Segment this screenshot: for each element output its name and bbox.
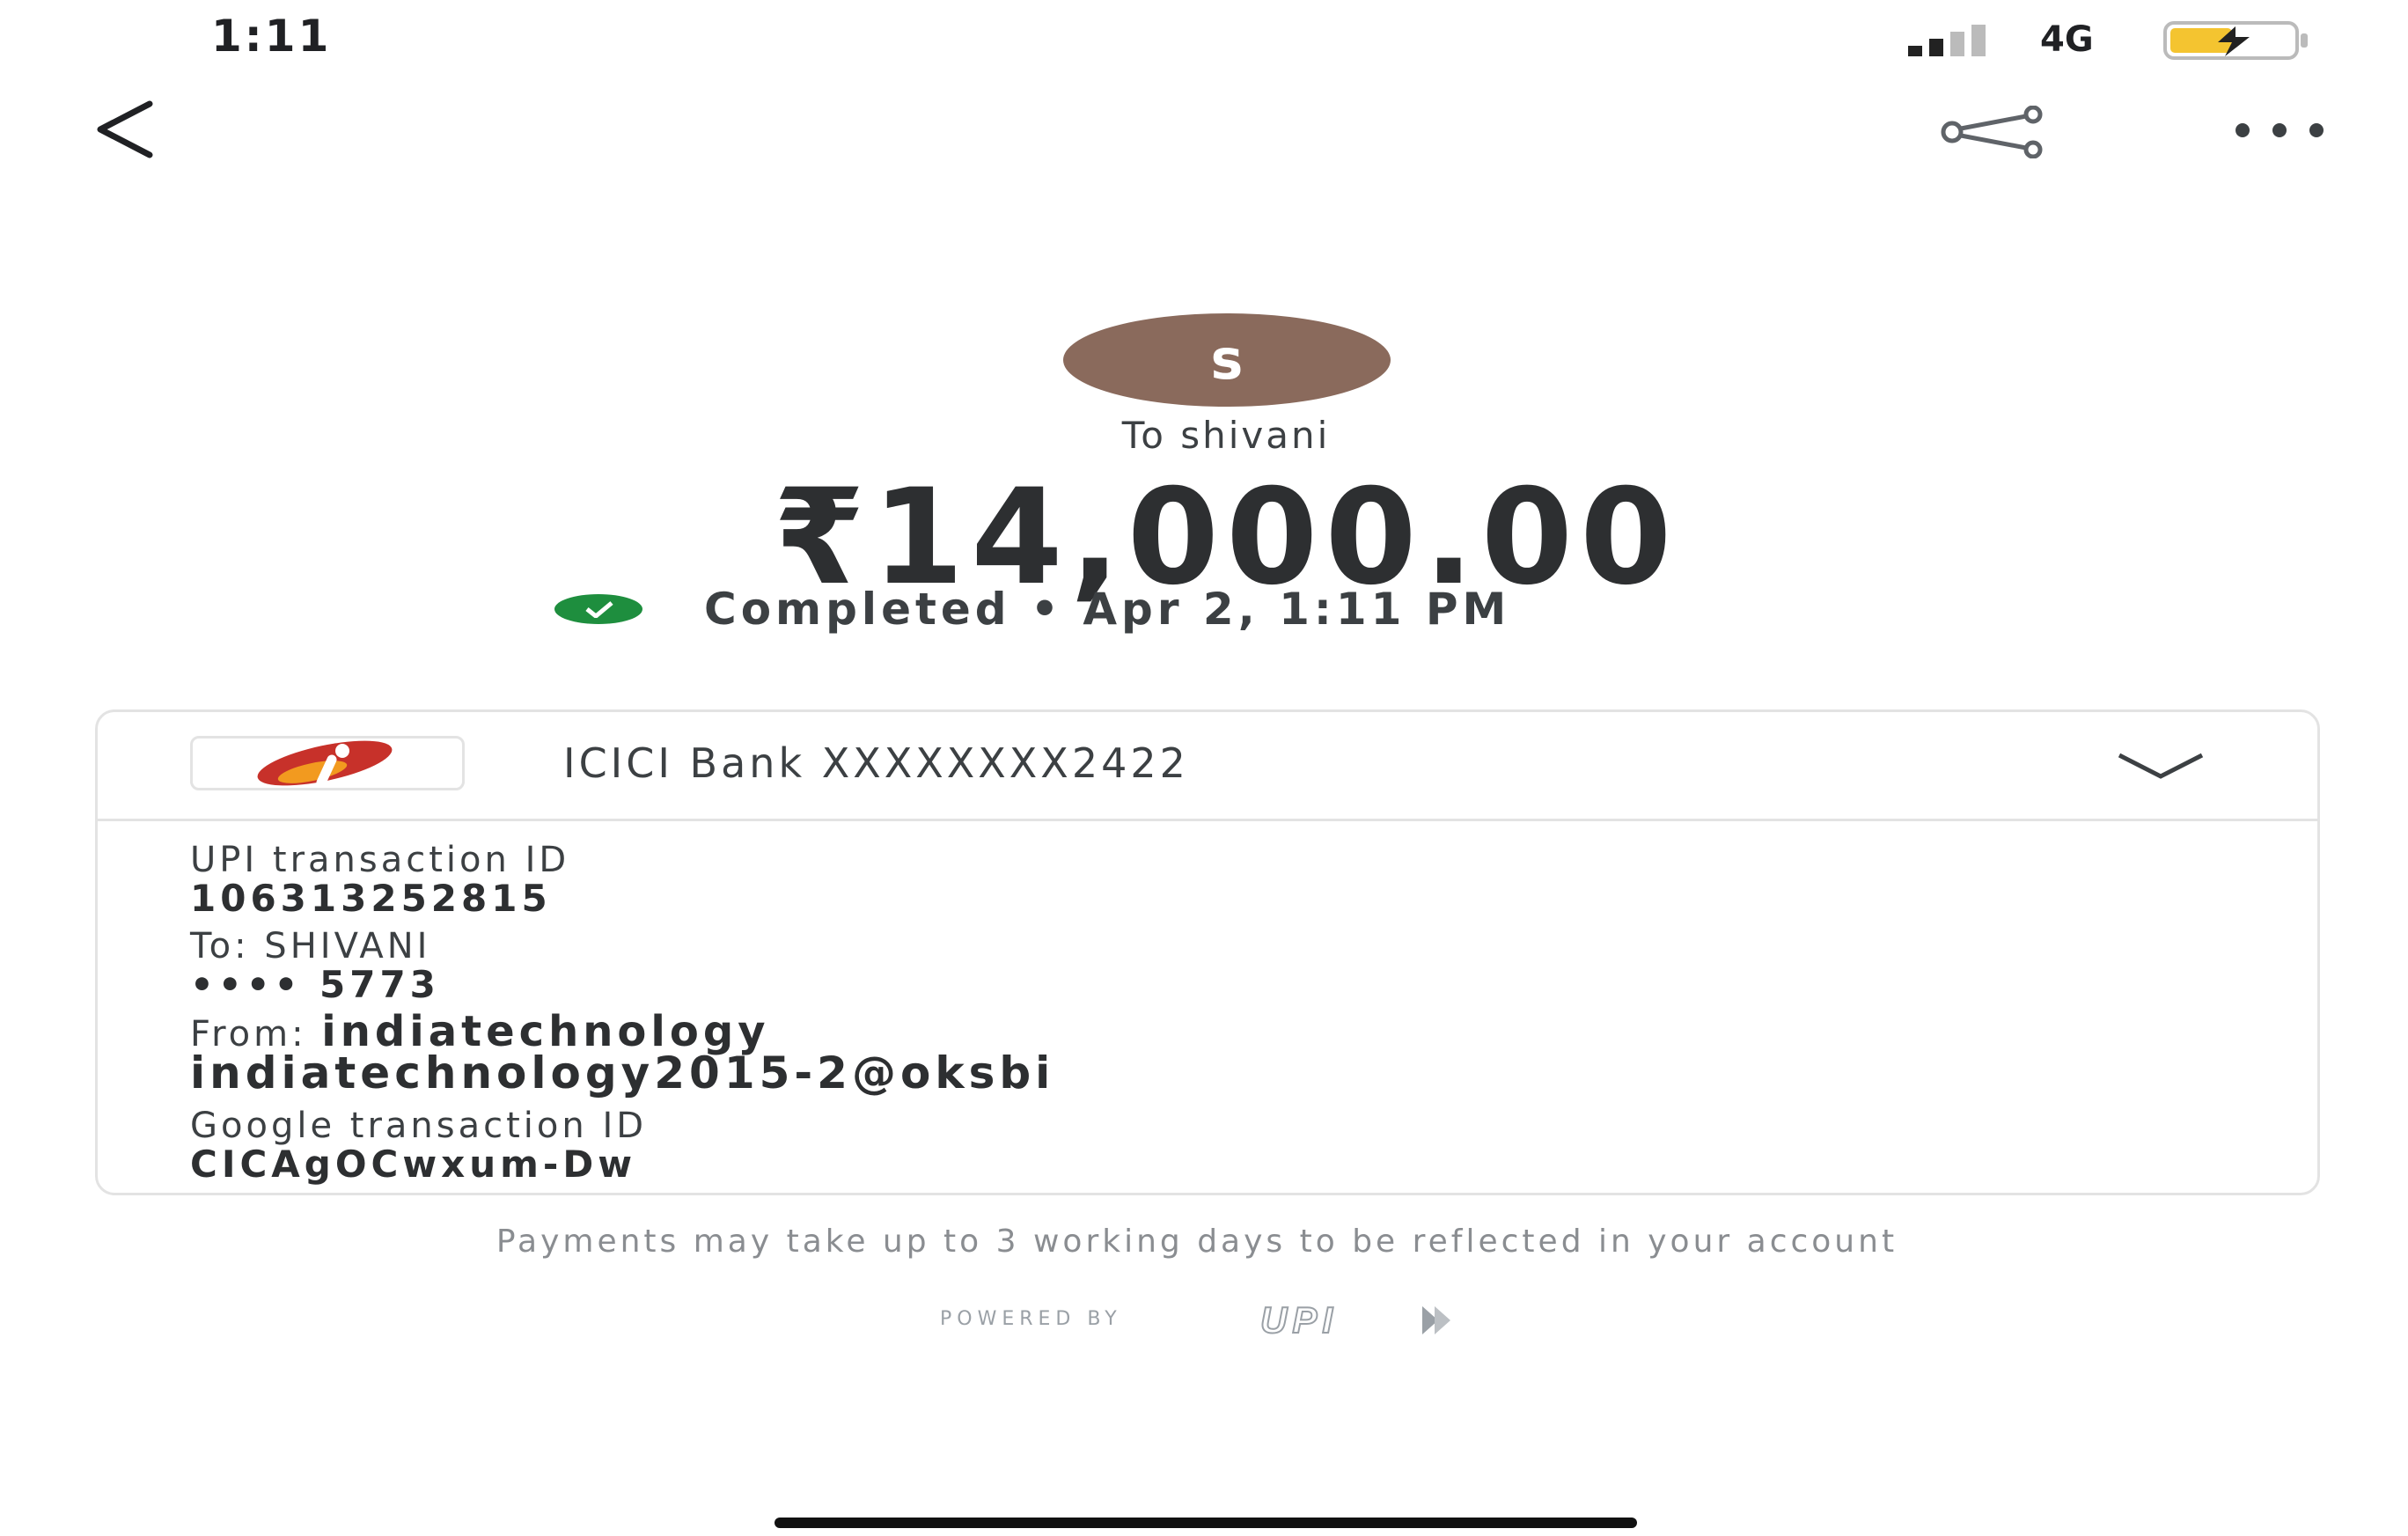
icici-logo-mark xyxy=(257,740,393,788)
more-options-icon[interactable] xyxy=(2227,113,2332,148)
status-time: 1:11 xyxy=(211,11,332,62)
recipient-account: •••• 5773 xyxy=(190,963,440,1006)
google-transaction-id-label: Google transaction ID xyxy=(190,1106,648,1146)
upi-transaction-id-value: 106313252815 xyxy=(190,877,552,920)
settlement-note: Payments may take up to 3 working days t… xyxy=(496,1224,1898,1260)
icici-logo xyxy=(190,736,465,790)
home-indicator[interactable] xyxy=(775,1518,1637,1528)
powered-by-label: POWERED BY xyxy=(940,1308,1122,1330)
status-text: Completed • Apr 2, 1:11 PM xyxy=(704,584,1511,635)
network-type: 4G xyxy=(2040,19,2094,60)
sender-vpa: indiatechnology2015-2@oksbi xyxy=(190,1047,1055,1099)
payee-avatar: s xyxy=(1063,313,1391,407)
payment-status: Completed • Apr 2, 1:11 PM xyxy=(528,581,1936,637)
signal-icon xyxy=(1908,25,1986,56)
check-circle-icon xyxy=(554,594,642,624)
recipient-label: To: SHIVANI xyxy=(190,926,431,966)
upi-logo: UPI xyxy=(1259,1299,1450,1341)
battery-charging-icon xyxy=(2163,21,2308,60)
google-transaction-id-value: CICAgOCwxum-Dw xyxy=(190,1143,637,1186)
chevron-down-icon[interactable] xyxy=(2112,748,2209,783)
share-icon[interactable] xyxy=(1936,106,2051,158)
upi-logo-text: UPI xyxy=(1260,1299,1338,1341)
upi-transaction-id-label: UPI transaction ID xyxy=(190,840,570,880)
payee-label: To shivani xyxy=(1121,414,1331,457)
back-button[interactable] xyxy=(88,99,167,160)
bank-account-name: ICICI Bank XXXXXXXX2422 xyxy=(563,739,1189,787)
